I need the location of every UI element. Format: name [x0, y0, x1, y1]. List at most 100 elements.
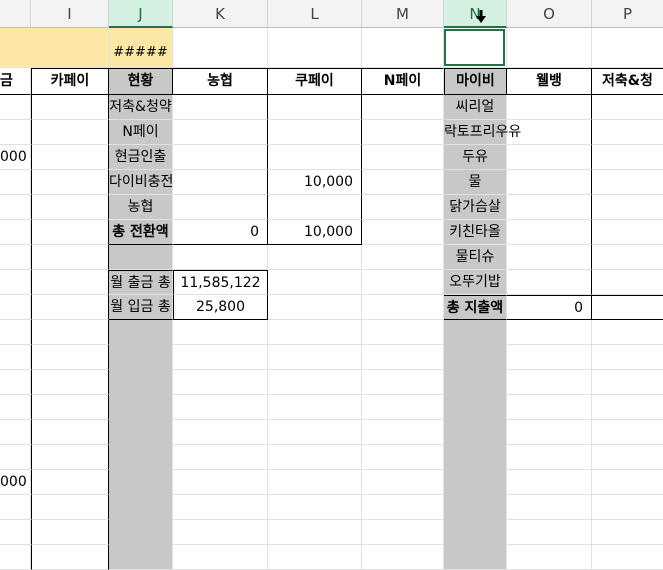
cell-l16[interactable]: [268, 395, 362, 420]
cell-i6[interactable]: [31, 145, 109, 170]
j-item-month-in[interactable]: 월 입금 총: [109, 295, 173, 320]
cell-k15[interactable]: [173, 370, 268, 395]
header-l[interactable]: 쿠페이: [268, 68, 362, 95]
o-value-1[interactable]: [507, 95, 592, 120]
o-value-6[interactable]: [507, 220, 592, 245]
cell-m13[interactable]: [362, 320, 444, 345]
cell-o15[interactable]: [507, 370, 592, 395]
cell-k16[interactable]: [173, 395, 268, 420]
cell-m14[interactable]: [362, 345, 444, 370]
o-value-3[interactable]: [507, 145, 592, 170]
cell-h12[interactable]: [0, 295, 31, 320]
cell-o22[interactable]: [507, 545, 592, 570]
cell-i20[interactable]: [31, 495, 109, 520]
n-item-6[interactable]: 키친타올: [444, 220, 507, 245]
column-header-h[interactable]: [0, 0, 31, 28]
o-value-8[interactable]: [507, 270, 592, 295]
cell-m15[interactable]: [362, 370, 444, 395]
cell-h11[interactable]: [0, 270, 31, 295]
cell-i17[interactable]: [31, 420, 109, 445]
cell-i4[interactable]: [31, 95, 109, 120]
cell-h6[interactable]: 000: [0, 145, 31, 170]
cell-i10[interactable]: [31, 245, 109, 270]
j-item-1[interactable]: 저축&청약: [109, 95, 173, 120]
cell-l21[interactable]: [268, 520, 362, 545]
j-item-month-out[interactable]: 월 출금 총: [109, 270, 173, 295]
cell-m19[interactable]: [362, 470, 444, 495]
cell-o14[interactable]: [507, 345, 592, 370]
cell-m7[interactable]: [362, 170, 444, 195]
cell-o16[interactable]: [507, 395, 592, 420]
header-p[interactable]: 저축&청: [592, 68, 663, 95]
cell-o17[interactable]: [507, 420, 592, 445]
cell-o19[interactable]: [507, 470, 592, 495]
o-value-total[interactable]: 0: [507, 295, 592, 320]
cell-m5[interactable]: [362, 120, 444, 145]
cell-h4[interactable]: [0, 95, 31, 120]
cell-i8[interactable]: [31, 195, 109, 220]
l-value-5[interactable]: [268, 195, 362, 220]
cell-k14[interactable]: [173, 345, 268, 370]
column-header-p[interactable]: P: [592, 0, 663, 28]
cell-h22[interactable]: [0, 545, 31, 570]
cell-p16[interactable]: [592, 395, 663, 420]
cell-k22[interactable]: [173, 545, 268, 570]
n-item-7[interactable]: 물티슈: [444, 245, 507, 270]
l-value-2[interactable]: [268, 120, 362, 145]
k-value-1[interactable]: [173, 95, 268, 120]
o-value-5[interactable]: [507, 195, 592, 220]
column-header-j[interactable]: J: [109, 0, 173, 28]
cell-i18[interactable]: [31, 445, 109, 470]
cell-k2[interactable]: [173, 28, 268, 68]
cell-m16[interactable]: [362, 395, 444, 420]
cell-i12[interactable]: [31, 295, 109, 320]
cell-l22[interactable]: [268, 545, 362, 570]
cell-k17[interactable]: [173, 420, 268, 445]
cell-h13[interactable]: [0, 320, 31, 345]
cell-p19[interactable]: [592, 470, 663, 495]
cell-o13[interactable]: [507, 320, 592, 345]
cell-m11[interactable]: [362, 270, 444, 295]
cell-h18[interactable]: [0, 445, 31, 470]
cell-m4[interactable]: [362, 95, 444, 120]
cell-h9[interactable]: [0, 220, 31, 245]
header-m[interactable]: N페이: [362, 68, 444, 95]
cell-k19[interactable]: [173, 470, 268, 495]
column-header-i[interactable]: I: [31, 0, 109, 28]
header-i[interactable]: 카페이: [31, 68, 109, 95]
o-value-7[interactable]: [507, 245, 592, 270]
n-item-4[interactable]: 물: [444, 170, 507, 195]
cell-i7[interactable]: [31, 170, 109, 195]
column-header-k[interactable]: K: [173, 0, 268, 28]
cell-o18[interactable]: [507, 445, 592, 470]
n-item-3[interactable]: 두유: [444, 145, 507, 170]
cell-p11[interactable]: [592, 270, 663, 295]
cell-i21[interactable]: [31, 520, 109, 545]
cell-m22[interactable]: [362, 545, 444, 570]
j-item-4[interactable]: 다이비충전: [109, 170, 173, 195]
cell-k21[interactable]: [173, 520, 268, 545]
cell-p17[interactable]: [592, 420, 663, 445]
cell-h20[interactable]: [0, 495, 31, 520]
cell-p9[interactable]: [592, 220, 663, 245]
k-value-5[interactable]: [173, 195, 268, 220]
cell-o21[interactable]: [507, 520, 592, 545]
n-item-8[interactable]: 오뚜기밥: [444, 270, 507, 295]
l-value-4[interactable]: 10,000: [268, 170, 362, 195]
cell-p14[interactable]: [592, 345, 663, 370]
cell-h10[interactable]: [0, 245, 31, 270]
k-value-4[interactable]: [173, 170, 268, 195]
cell-m18[interactable]: [362, 445, 444, 470]
l-value-3[interactable]: [268, 145, 362, 170]
cell-p7[interactable]: [592, 170, 663, 195]
cell-k13[interactable]: [173, 320, 268, 345]
cell-p10[interactable]: [592, 245, 663, 270]
header-h[interactable]: 금: [0, 68, 31, 95]
cell-h8[interactable]: [0, 195, 31, 220]
header-k[interactable]: 농협: [173, 68, 268, 95]
cell-m8[interactable]: [362, 195, 444, 220]
cell-i15[interactable]: [31, 370, 109, 395]
header-j[interactable]: 현황: [109, 68, 173, 95]
cell-k18[interactable]: [173, 445, 268, 470]
n-item-1[interactable]: 씨리얼: [444, 95, 507, 120]
